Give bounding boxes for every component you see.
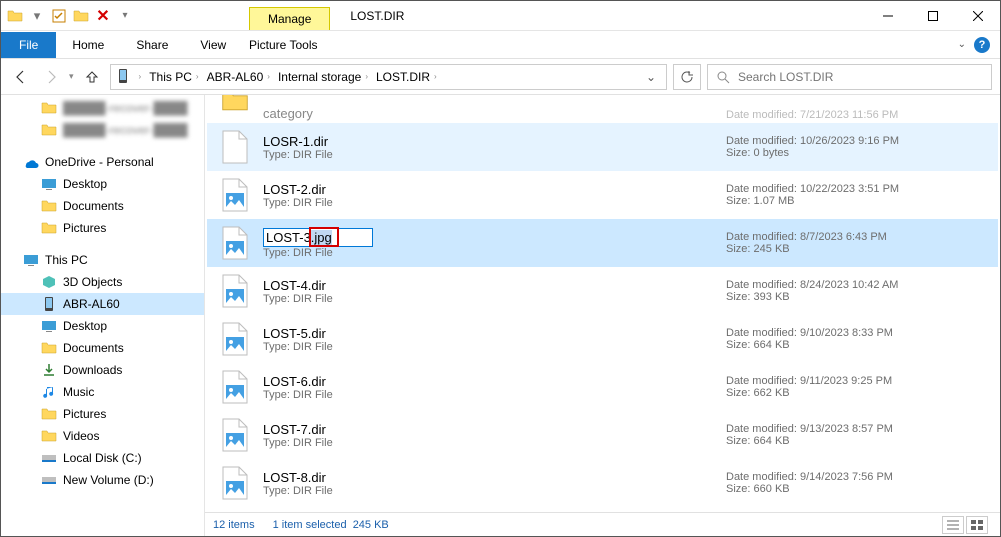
tab-file[interactable]: File [1,32,56,58]
list-item[interactable]: LOST-3.jpg Type: DIR File Date modified:… [207,219,998,267]
folder-icon [219,95,251,121]
nav-od-pictures[interactable]: Pictures [1,217,204,239]
folder-icon [5,6,25,26]
nav-pictures[interactable]: Pictures [1,403,204,425]
status-item-count: 12 items [213,519,255,531]
file-type: Type: DIR File [263,341,714,353]
search-icon [716,70,730,84]
file-type: Type: DIR File [263,485,714,497]
qat-caret-icon[interactable]: ▾ [115,6,135,26]
list-item[interactable]: LOST-5.dir Type: DIR File Date modified:… [207,315,998,363]
titlebar: ▾ ✕ ▾ Manage LOST.DIR [1,1,1000,31]
rename-input[interactable]: LOST-3.jpg [263,228,373,247]
qat-dropdown-icon[interactable]: ▾ [27,6,47,26]
image-file-icon [219,367,251,407]
image-file-icon [219,271,251,311]
file-type: Type: DIR File [263,197,714,209]
nav-onedrive[interactable]: OneDrive - Personal [1,151,204,173]
image-file-icon [219,319,251,359]
file-name: LOST-5.dir [263,326,714,341]
list-item[interactable]: LOSR-1.dir Type: DIR File Date modified:… [207,123,998,171]
contextual-tab-manage[interactable]: Manage [249,7,330,30]
list-item[interactable]: LOST-6.dir Type: DIR File Date modified:… [207,363,998,411]
file-type: Type: DIR File [263,247,714,259]
ribbon-tabs: File Home Share View Picture Tools ⌄ ? [1,31,1000,59]
device-icon [115,68,133,86]
search-input[interactable] [738,70,983,84]
window-title: LOST.DIR [330,9,424,23]
help-icon[interactable]: ? [974,37,990,53]
minimize-button[interactable] [865,1,910,30]
properties-icon[interactable] [49,6,69,26]
tab-home[interactable]: Home [56,32,120,58]
crumb-lostdir[interactable]: LOST.DIR› [372,70,441,84]
list-item[interactable]: category Date modified: 7/21/2023 11:56 … [207,95,998,123]
crumb-device[interactable]: ABR-AL60› [203,70,274,84]
nav-desktop[interactable]: Desktop [1,315,204,337]
list-item[interactable]: LOST-7.dir Type: DIR File Date modified:… [207,411,998,459]
forward-button[interactable] [39,65,63,89]
ribbon-expand-icon[interactable]: ⌄ [958,39,966,50]
nav-od-documents[interactable]: Documents [1,195,204,217]
file-list[interactable]: category Date modified: 7/21/2023 11:56 … [205,95,1000,512]
file-name: LOSR-1.dir [263,134,714,149]
tab-picture-tools[interactable]: Picture Tools [233,32,333,58]
tab-share[interactable]: Share [120,32,184,58]
refresh-button[interactable] [673,64,701,90]
address-bar[interactable]: › This PC› ABR-AL60› Internal storage› L… [110,64,667,90]
file-name: LOST-2.dir [263,182,714,197]
file-type: Type: DIR File [263,437,714,449]
crumb-internal[interactable]: Internal storage› [274,70,372,84]
image-file-icon [219,415,251,455]
file-type: Type: DIR File [263,389,714,401]
nav-documents[interactable]: Documents [1,337,204,359]
status-bar: 12 items 1 item selected 245 KB [205,512,1000,536]
address-bar-row: ▾ › This PC› ABR-AL60› Internal storage›… [1,59,1000,95]
nav-videos[interactable]: Videos [1,425,204,447]
nav-3d-objects[interactable]: 3D Objects [1,271,204,293]
file-name: LOST-8.dir [263,470,714,485]
list-item[interactable]: LOST-4.dir Type: DIR File Date modified:… [207,267,998,315]
address-dropdown-icon[interactable]: ⌄ [638,70,664,84]
image-file-icon [219,463,251,503]
nav-local-disk-c[interactable]: Local Disk (C:) [1,447,204,469]
nav-new-volume-d[interactable]: New Volume (D:) [1,469,204,491]
close-button[interactable] [955,1,1000,30]
quick-access-toolbar: ▾ ✕ ▾ [1,6,139,26]
up-button[interactable] [80,65,104,89]
view-details-button[interactable] [942,516,964,534]
file-icon [219,127,251,167]
nav-recent-folder[interactable]: █████-recover-████ [1,119,204,141]
file-type: Type: DIR File [263,149,714,161]
nav-downloads[interactable]: Downloads [1,359,204,381]
search-box[interactable] [707,64,992,90]
crumb-sep[interactable]: › [135,72,146,81]
status-selected: 1 item selected 245 KB [273,519,389,531]
delete-icon[interactable]: ✕ [93,6,113,26]
image-file-icon [219,223,251,263]
view-thumbnails-button[interactable] [966,516,988,534]
nav-abr-device[interactable]: ABR-AL60 [1,293,204,315]
list-item[interactable]: LOST-8.dir Type: DIR File Date modified:… [207,459,998,507]
nav-recent-folder[interactable]: █████-recover-████ [1,97,204,119]
file-name: LOST-4.dir [263,278,714,293]
list-item[interactable]: LOST-2.dir Type: DIR File Date modified:… [207,171,998,219]
nav-od-desktop[interactable]: Desktop [1,173,204,195]
crumb-this-pc[interactable]: This PC› [145,70,202,84]
nav-this-pc[interactable]: This PC [1,249,204,271]
file-type: Type: DIR File [263,293,714,305]
nav-music[interactable]: Music [1,381,204,403]
file-name: LOST-6.dir [263,374,714,389]
file-name: category [263,106,714,121]
navigation-pane[interactable]: █████-recover-████ █████-recover-████ On… [1,95,205,536]
back-button[interactable] [9,65,33,89]
new-folder-icon[interactable] [71,6,91,26]
image-file-icon [219,175,251,215]
file-name: LOST-7.dir [263,422,714,437]
maximize-button[interactable] [910,1,955,30]
recent-locations-icon[interactable]: ▾ [69,71,74,82]
